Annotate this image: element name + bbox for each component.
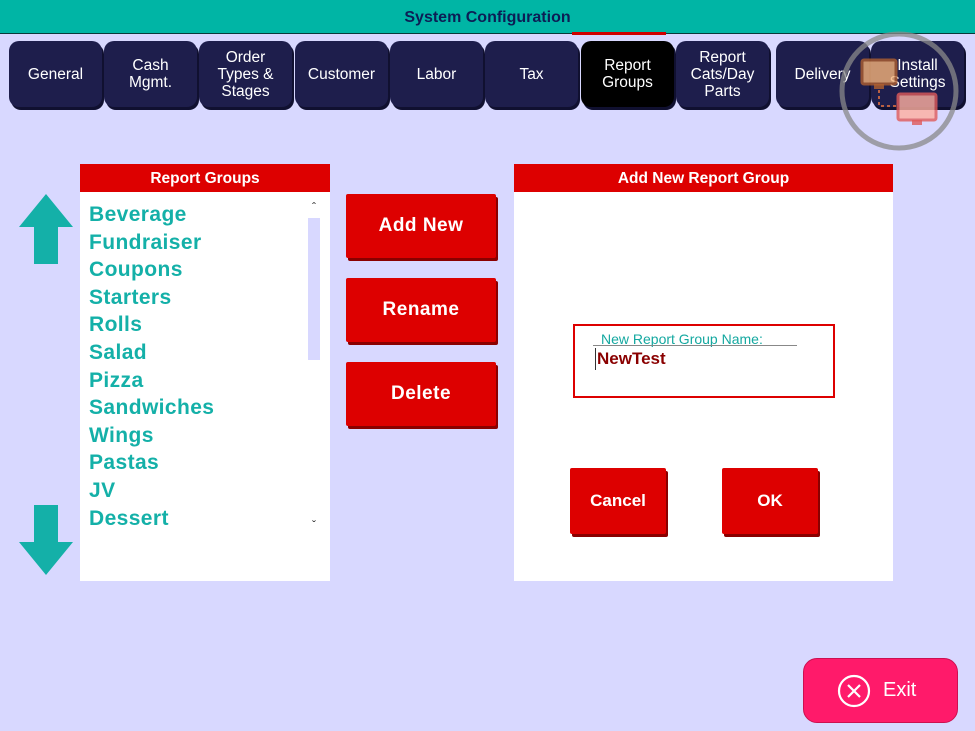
- window-title: System Configuration: [0, 0, 975, 34]
- tab-report-groups[interactable]: Report Groups: [581, 41, 674, 107]
- list-scrollbar[interactable]: ˆ ˇ: [306, 200, 322, 536]
- list-item[interactable]: JV: [89, 477, 214, 505]
- list-item[interactable]: Starters: [89, 284, 214, 312]
- exit-label: Exit: [883, 679, 917, 701]
- list-item[interactable]: Fundraiser: [89, 229, 214, 257]
- new-group-name-box: New Report Group Name:: [573, 324, 835, 398]
- add-group-header: Add New Report Group: [514, 164, 893, 192]
- sync-computers-icon: [839, 31, 959, 151]
- list-item[interactable]: Pizza: [89, 367, 214, 395]
- exit-button[interactable]: Exit: [803, 658, 958, 723]
- list-item[interactable]: Salad: [89, 339, 214, 367]
- tab-general[interactable]: General: [9, 41, 102, 107]
- field-divider: [593, 345, 797, 346]
- tab-customer[interactable]: Customer: [295, 41, 388, 107]
- tab-tax[interactable]: Tax: [485, 41, 578, 107]
- report-groups-list: Beverage Fundraiser Coupons Starters Rol…: [89, 201, 214, 532]
- tab-cash-mgmt[interactable]: Cash Mgmt.: [104, 41, 197, 107]
- arrow-up-icon[interactable]: [19, 194, 73, 264]
- tab-bar: General Cash Mgmt. Order Types & Stages …: [0, 41, 975, 111]
- active-tab-marker: [572, 32, 666, 35]
- delete-button[interactable]: Delete: [346, 362, 496, 426]
- report-groups-header: Report Groups: [80, 164, 330, 192]
- report-groups-list-panel: Beverage Fundraiser Coupons Starters Rol…: [80, 192, 330, 581]
- list-item[interactable]: Sandwiches: [89, 394, 214, 422]
- tab-report-cats[interactable]: Report Cats/Day Parts: [676, 41, 769, 107]
- list-item[interactable]: Beverage: [89, 201, 214, 229]
- scroll-down-icon[interactable]: ˇ: [306, 518, 322, 532]
- tab-order-types[interactable]: Order Types & Stages: [199, 41, 292, 107]
- ok-button[interactable]: OK: [722, 468, 818, 534]
- list-item[interactable]: Dessert: [89, 505, 214, 533]
- cancel-button[interactable]: Cancel: [570, 468, 666, 534]
- list-item[interactable]: Wings: [89, 422, 214, 450]
- arrow-down-icon[interactable]: [19, 505, 73, 575]
- new-group-name-input[interactable]: [595, 348, 797, 370]
- list-item[interactable]: Pastas: [89, 449, 214, 477]
- scroll-thumb[interactable]: [308, 218, 320, 360]
- scroll-up-icon[interactable]: ˆ: [306, 200, 322, 214]
- tab-labor[interactable]: Labor: [390, 41, 483, 107]
- list-item[interactable]: Coupons: [89, 256, 214, 284]
- rename-button[interactable]: Rename: [346, 278, 496, 342]
- close-circle-icon: [837, 674, 871, 707]
- list-item[interactable]: Rolls: [89, 311, 214, 339]
- add-new-button[interactable]: Add New: [346, 194, 496, 258]
